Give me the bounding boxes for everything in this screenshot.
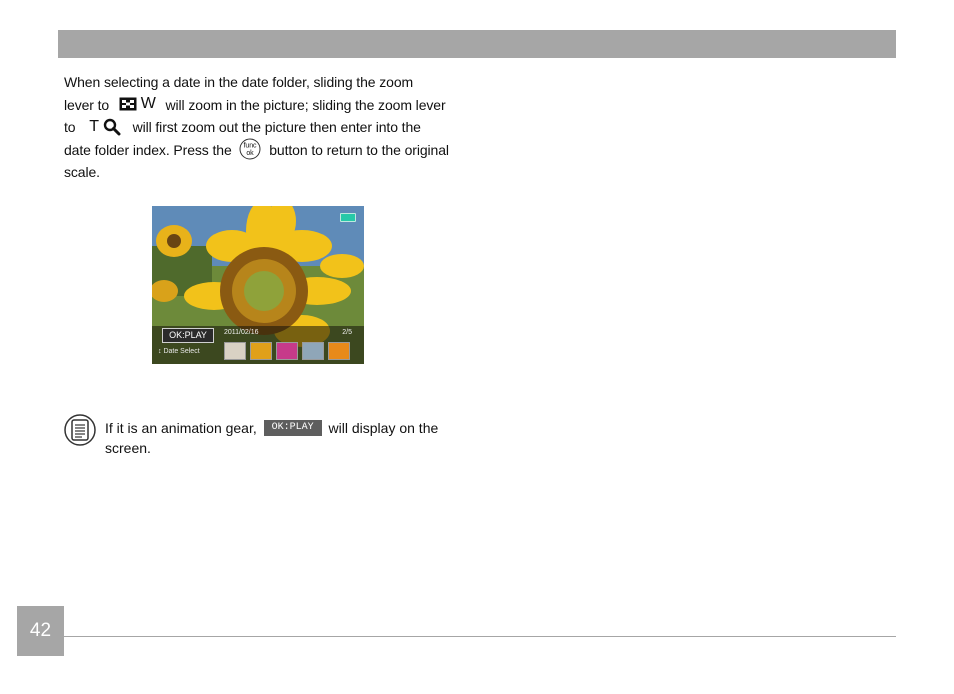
note-line-2: screen.: [105, 440, 151, 456]
zoom-tele-letter: T: [89, 117, 99, 135]
paragraph-line-5: scale.: [64, 164, 100, 180]
func-icon-bottom-text: ok: [247, 150, 255, 157]
zoom-wide-icon: W: [119, 92, 156, 116]
thumbnail: [328, 342, 350, 360]
page-number: 42: [17, 606, 64, 656]
camera-screen-image: OK:PLAY 2011/02/16 2/5 ↕ Date Select: [152, 206, 364, 364]
func-ok-button-icon: func ok: [238, 137, 262, 160]
folder-count: 2/5: [342, 329, 352, 336]
battery-icon: [340, 213, 356, 222]
ok-play-label: OK:PLAY: [162, 328, 214, 343]
footer-rule: [64, 636, 896, 637]
date-select-text: Date Select: [163, 348, 200, 355]
note-line-1: If it is an animation gear, OK:PLAY will…: [105, 418, 465, 438]
date-select-label: ↕ Date Select: [158, 348, 200, 355]
paragraph-text: button to return to the original: [269, 141, 449, 158]
thumbnail: [276, 342, 298, 360]
paragraph-text: to: [64, 119, 76, 135]
instruction-paragraph: When selecting a date in the date folder…: [64, 71, 464, 184]
zoom-wide-letter: W: [140, 95, 156, 113]
paragraph-line-3: to T will first zoom out the picture the…: [64, 116, 464, 139]
note-text-part: If it is an animation gear,: [105, 420, 257, 436]
paragraph-line-2: lever to W will zoom in the picture; sli…: [64, 94, 464, 117]
paragraph-text: will zoom in the picture; sliding the zo…: [165, 96, 446, 113]
paragraph-text: lever to: [64, 96, 110, 113]
header-bar: [58, 30, 896, 58]
paragraph-text: date folder index. Press the: [64, 141, 232, 158]
paragraph-line-1: When selecting a date in the date folder…: [64, 74, 414, 90]
func-icon-top-text: func: [244, 143, 257, 150]
note-text-part: will display on the: [328, 420, 439, 436]
note-icon: [64, 414, 96, 451]
thumbnail: [302, 342, 324, 360]
paragraph-line-4: date folder index. Press the func ok but…: [64, 137, 464, 162]
paragraph-text: will first zoom out the picture then ent…: [132, 119, 421, 135]
zoom-tele-icon: T: [89, 115, 121, 139]
folder-date: 2011/02/16: [224, 329, 259, 336]
magnifier-icon: [103, 118, 121, 136]
ok-play-badge: OK:PLAY: [263, 420, 322, 437]
up-down-arrow-icon: ↕: [158, 348, 162, 355]
thumbnail: [250, 342, 272, 360]
thumbnail: [224, 342, 246, 360]
note-text: If it is an animation gear, OK:PLAY will…: [105, 418, 465, 458]
